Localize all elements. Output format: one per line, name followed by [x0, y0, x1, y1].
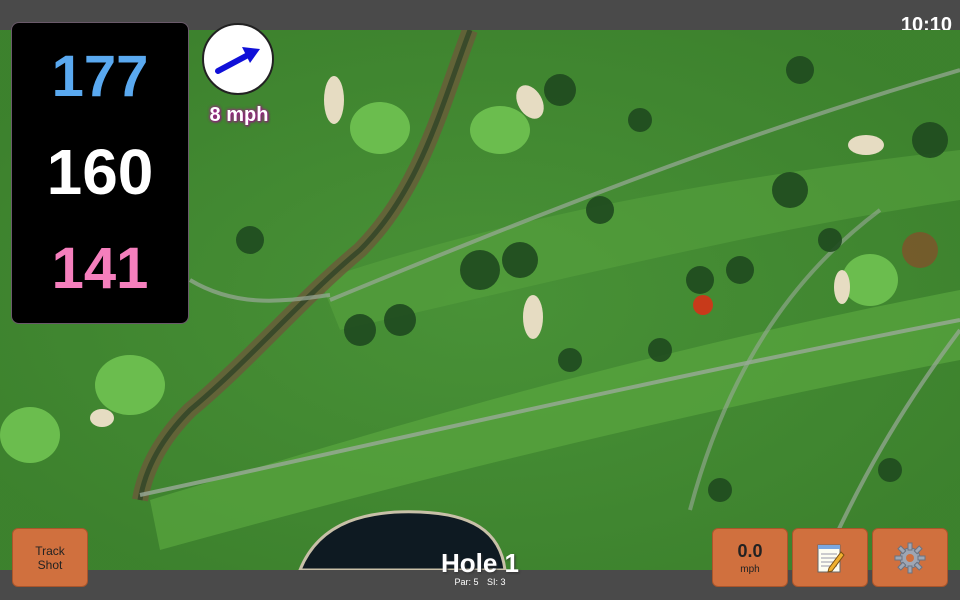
notepad-icon — [817, 544, 845, 573]
speed-unit: mph — [740, 563, 760, 575]
wind-arrow-icon — [215, 47, 260, 74]
middle-distance: 160 — [46, 136, 154, 208]
hole-title: Hole 1 — [440, 548, 520, 578]
hole-par: Par: 5 — [454, 577, 479, 587]
front-distance: 141 — [51, 236, 149, 301]
back-distance: 177 — [51, 44, 149, 109]
track-shot-label-line2: Shot — [37, 557, 63, 572]
track-shot-button[interactable]: Track Shot — [12, 528, 88, 587]
settings-button[interactable] — [872, 528, 948, 587]
wind-speed-label: 8 mph — [209, 104, 269, 126]
hole-info: Par: 5 SI: 3 — [380, 577, 580, 587]
speed-button[interactable]: 0.0 mph — [712, 528, 788, 587]
notes-button[interactable] — [792, 528, 868, 587]
speed-value: 0.0 — [737, 540, 763, 561]
wind-indicator[interactable] — [202, 23, 274, 95]
distance-panel: 177 160 141 — [11, 22, 189, 324]
hole-stroke-index: SI: 3 — [487, 577, 506, 587]
gear-icon — [894, 542, 926, 573]
track-shot-label-line1: Track — [35, 543, 65, 558]
